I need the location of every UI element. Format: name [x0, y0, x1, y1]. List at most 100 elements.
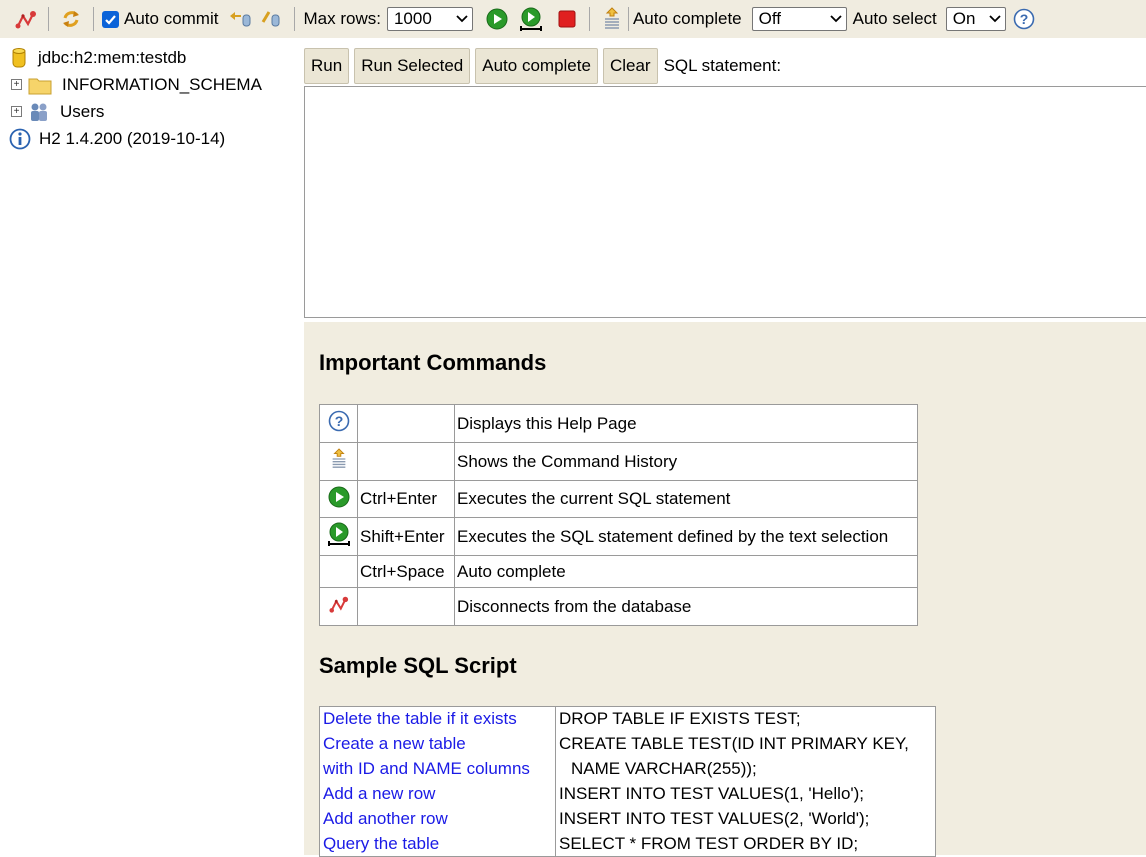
disconnect-icon — [319, 587, 358, 626]
tree-connection[interactable]: jdbc:h2:mem:testdb — [0, 44, 300, 71]
shortcut-cell — [357, 442, 455, 481]
connection-label: jdbc:h2:mem:testdb — [38, 47, 187, 67]
help-icon[interactable]: ? — [1010, 5, 1038, 33]
database-icon — [12, 47, 26, 69]
run-button[interactable]: Run — [304, 48, 350, 84]
toolbar-separator — [627, 7, 629, 31]
shortcut-cell — [357, 404, 455, 443]
description-cell: Auto complete — [454, 555, 918, 588]
run-selected-button[interactable]: Run Selected — [354, 48, 471, 84]
shortcut-cell: Ctrl+Enter — [357, 480, 455, 518]
expand-icon[interactable]: + — [11, 79, 22, 90]
history-icon[interactable] — [598, 5, 626, 33]
table-row: Shift+Enter Executes the SQL statement d… — [319, 517, 918, 556]
run-icon — [319, 480, 358, 518]
important-commands-title: Important Commands — [319, 350, 547, 375]
run-selected-icon[interactable] — [517, 5, 545, 33]
table-row: Ctrl+Enter Executes the current SQL stat… — [319, 480, 918, 518]
history-icon — [319, 442, 358, 481]
sample-script-table: Delete the table if it exists DROP TABLE… — [319, 706, 936, 857]
disconnect-icon[interactable] — [12, 5, 40, 33]
version-label: H2 1.4.200 (2019-10-14) — [39, 128, 226, 148]
svg-text:?: ? — [334, 413, 343, 429]
rollback-icon[interactable] — [226, 5, 254, 33]
script-sql: NAME VARCHAR(255)); — [571, 759, 757, 778]
query-toolbar: Run Run Selected Auto complete Clear SQL… — [304, 48, 781, 84]
sample-sql-title: Sample SQL Script — [319, 653, 517, 678]
tree-item-label: INFORMATION_SCHEMA — [62, 74, 262, 94]
auto-complete-select[interactable]: Off — [751, 7, 847, 31]
tree-item-label: Users — [60, 101, 105, 121]
description-cell: Executes the current SQL statement — [454, 480, 918, 518]
folder-icon — [28, 75, 52, 95]
auto-commit-label: Auto commit — [124, 9, 219, 28]
help-icon: ? — [319, 404, 358, 443]
auto-commit-checkbox[interactable]: Auto commit — [102, 9, 218, 29]
toolbar-separator — [294, 7, 296, 31]
shortcut-cell: Ctrl+Space — [357, 555, 455, 588]
svg-text:?: ? — [1019, 11, 1028, 27]
description-cell: Shows the Command History — [454, 442, 918, 481]
toolbar: Auto commit Max rows: 1000 Auto complete… — [0, 0, 1146, 38]
script-link[interactable]: Create a new table — [319, 731, 556, 757]
commit-icon[interactable] — [258, 5, 286, 33]
table-row: Disconnects from the database — [319, 587, 918, 626]
empty-icon-cell — [319, 555, 358, 588]
shortcut-cell: Shift+Enter — [357, 517, 455, 556]
table-row: Create a new table CREATE TABLE TEST(ID … — [319, 731, 936, 757]
max-rows-value: 1000 — [393, 9, 432, 28]
table-row: Query the table SELECT * FROM TEST ORDER… — [319, 831, 936, 857]
script-link[interactable]: Add another row — [319, 806, 556, 832]
table-row: Delete the table if it exists DROP TABLE… — [319, 706, 936, 732]
description-cell: Displays this Help Page — [454, 404, 918, 443]
auto-complete-button[interactable]: Auto complete — [475, 48, 598, 84]
chevron-down-icon — [989, 15, 1001, 23]
script-sql: SELECT * FROM TEST ORDER BY ID; — [559, 833, 859, 853]
table-row: Add another row INSERT INTO TEST VALUES(… — [319, 806, 936, 832]
chevron-down-icon — [830, 15, 842, 23]
description-cell: Disconnects from the database — [454, 587, 918, 626]
refresh-icon[interactable] — [57, 5, 85, 33]
max-rows-label: Max rows: — [303, 9, 381, 28]
script-link[interactable]: Delete the table if it exists — [319, 706, 556, 732]
toolbar-separator — [588, 7, 590, 31]
help-panel: Important Commands ? Displays this Help … — [304, 322, 1146, 857]
script-sql: CREATE TABLE TEST(ID INT PRIMARY KEY, — [559, 734, 909, 753]
tree-item-users[interactable]: + Users — [0, 98, 300, 125]
script-sql: INSERT INTO TEST VALUES(1, 'Hello'); — [559, 784, 865, 803]
auto-select-label: Auto select — [852, 9, 937, 28]
table-row: with ID and NAME columns NAME VARCHAR(25… — [319, 756, 936, 782]
database-tree: jdbc:h2:mem:testdb + INFORMATION_SCHEMA … — [0, 44, 300, 152]
tree-item-information-schema[interactable]: + INFORMATION_SCHEMA — [0, 71, 300, 98]
checkbox-checked-icon[interactable] — [102, 10, 119, 28]
commands-table: ? Displays this Help Page Shows the Comm… — [319, 404, 918, 626]
toolbar-separator — [93, 7, 94, 31]
shortcut-cell — [357, 587, 455, 626]
script-link[interactable]: Query the table — [319, 831, 556, 857]
script-link[interactable]: Add a new row — [319, 781, 556, 807]
table-row: Shows the Command History — [319, 442, 918, 481]
expand-icon[interactable]: + — [11, 106, 22, 117]
auto-complete-label: Auto complete — [632, 9, 742, 28]
tree-version: H2 1.4.200 (2019-10-14) — [0, 125, 300, 152]
run-selected-icon — [319, 517, 358, 556]
auto-complete-value: Off — [758, 9, 782, 28]
users-icon — [28, 101, 50, 123]
script-sql: DROP TABLE IF EXISTS TEST; — [559, 709, 801, 729]
max-rows-select[interactable]: 1000 — [386, 7, 473, 31]
auto-select-select[interactable]: On — [945, 7, 1006, 31]
clear-button[interactable]: Clear — [602, 48, 658, 84]
description-cell: Executes the SQL statement defined by th… — [454, 517, 918, 556]
toolbar-separator — [48, 7, 49, 31]
table-row: Add a new row INSERT INTO TEST VALUES(1,… — [319, 781, 936, 807]
run-icon[interactable] — [483, 5, 511, 33]
sql-editor[interactable] — [304, 86, 1146, 318]
table-row: Ctrl+Space Auto complete — [319, 555, 918, 588]
script-sql: INSERT INTO TEST VALUES(2, 'World'); — [559, 809, 870, 828]
auto-select-value: On — [952, 9, 976, 28]
script-link[interactable]: with ID and NAME columns — [319, 756, 556, 782]
stop-icon[interactable] — [553, 5, 581, 33]
chevron-down-icon — [456, 15, 468, 23]
info-icon — [9, 128, 31, 150]
table-row: ? Displays this Help Page — [319, 404, 918, 443]
